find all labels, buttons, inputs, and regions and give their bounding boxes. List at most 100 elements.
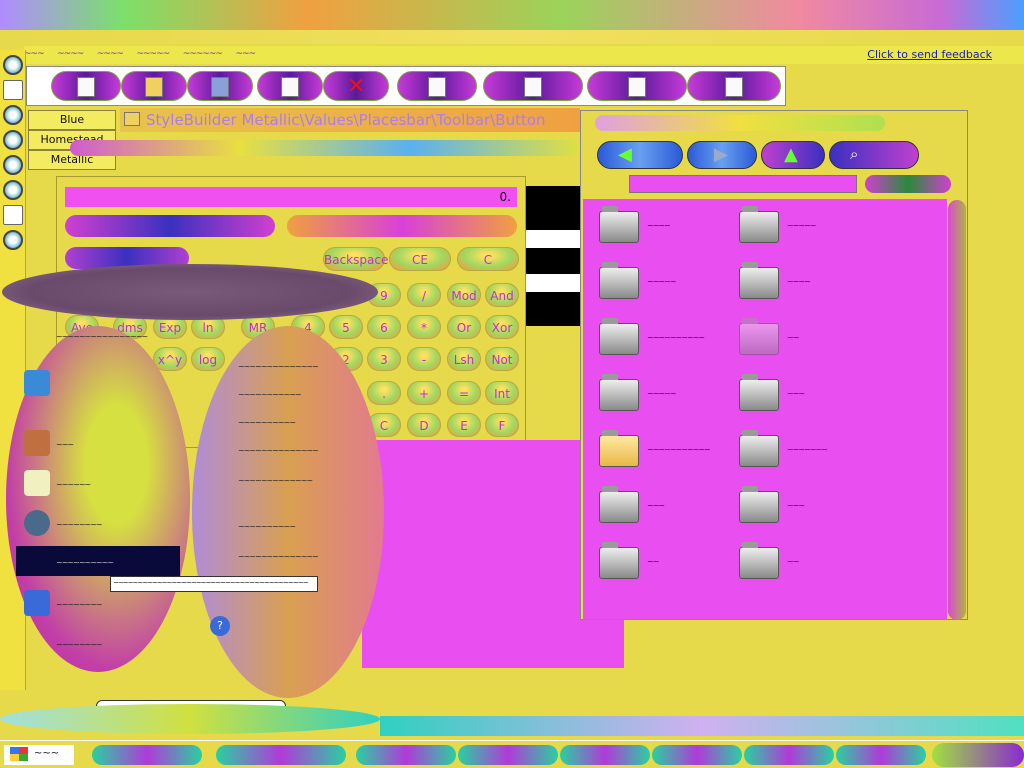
file-item[interactable]: ~~~~~~~~~~ — [589, 317, 719, 361]
start-menu-item-selected: ~~~~~~~~~~ — [56, 558, 114, 567]
backspace-key[interactable]: Backspace — [323, 247, 388, 271]
brush-tool-icon[interactable] — [3, 130, 23, 150]
menu-item[interactable]: ~~~~~ — [136, 49, 170, 59]
file-item[interactable]: ~~~ — [729, 485, 859, 529]
notepad-icon — [24, 470, 50, 496]
radix-group[interactable] — [287, 215, 517, 237]
taskbar-button[interactable] — [836, 745, 926, 765]
start-menu-item[interactable]: ~~~~~~~~ — [56, 520, 103, 529]
start-menu-link[interactable]: ~~~~~~~~~~~~~~ — [238, 362, 319, 371]
vertical-scrollbar[interactable] — [948, 200, 966, 620]
key-or[interactable]: Or — [447, 315, 481, 339]
selected-item-highlight[interactable]: ~~~~~~~~~~ — [16, 546, 180, 576]
key-divide[interactable]: / — [407, 283, 441, 307]
menu-item[interactable]: ~~~ — [235, 49, 256, 59]
send-feedback-link[interactable]: Click to send feedback — [867, 48, 992, 61]
key-xor[interactable]: Xor — [485, 315, 519, 339]
key-hex-e[interactable]: E — [447, 413, 481, 437]
key-and[interactable]: And — [485, 283, 519, 307]
start-menu-link[interactable]: ~~~~~~~~~~~~~~ — [238, 552, 319, 561]
up-button[interactable]: ▲ — [761, 141, 825, 169]
key-plus[interactable]: + — [407, 381, 441, 405]
start-menu-item[interactable]: ~~~~~~~~ — [56, 600, 103, 609]
file-item[interactable]: ~~ — [589, 541, 719, 585]
file-item[interactable]: ~~~~ — [589, 205, 719, 249]
start-menu-item[interactable]: ~~~~~~~~ — [56, 640, 103, 649]
start-menu-item[interactable]: ~~~~~~~~~~~~~~~~ — [56, 332, 148, 341]
key-not[interactable]: Not — [485, 347, 519, 371]
key-hex-f[interactable]: F — [485, 413, 519, 437]
properties-button[interactable] — [397, 71, 477, 101]
file-item[interactable]: ~~~~~ — [589, 373, 719, 417]
taskbar-button[interactable] — [356, 745, 456, 765]
taskbar-button[interactable] — [216, 745, 346, 765]
taskbar-button[interactable] — [744, 745, 834, 765]
menu-item[interactable]: ~~~~ — [57, 49, 84, 59]
file-item[interactable]: ~~~~~ — [729, 205, 859, 249]
start-menu-item[interactable]: ~~~ — [56, 440, 74, 449]
more-button[interactable] — [687, 71, 781, 101]
eraser-tool-icon[interactable] — [3, 80, 23, 100]
menu-item[interactable]: ~~~~ — [97, 49, 124, 59]
pencil-tool-icon[interactable] — [3, 155, 23, 175]
check-button[interactable] — [483, 71, 583, 101]
folder-icon — [599, 206, 639, 243]
key-mod[interactable]: Mod — [447, 283, 481, 307]
taskbar-button[interactable] — [560, 745, 650, 765]
key-5[interactable]: 5 — [329, 315, 363, 339]
taskbar-button[interactable] — [458, 745, 558, 765]
tab-blue[interactable]: Blue — [28, 110, 116, 130]
key-lsh[interactable]: Lsh — [447, 347, 481, 371]
start-menu-link[interactable]: ~~~~~~~~~~ — [238, 418, 296, 427]
menu-item[interactable]: ~~~ — [24, 49, 45, 59]
location-field[interactable] — [629, 175, 857, 193]
search-button[interactable]: ⌕ — [829, 141, 919, 169]
ellipse-tool-icon[interactable] — [3, 230, 23, 250]
start-menu-link[interactable]: ~~~~~~~~~~~ — [238, 390, 302, 399]
start-menu-link[interactable]: ~~~~~~~~~~~~~~ — [238, 446, 319, 455]
ce-key[interactable]: CE — [389, 247, 451, 271]
rectangle-tool-icon[interactable] — [3, 205, 23, 225]
key-3[interactable]: 3 — [367, 347, 401, 371]
copy-button[interactable] — [257, 71, 323, 101]
start-menu-link[interactable]: ~~~~~~~~~~~~~ — [238, 476, 313, 485]
file-item[interactable]: ~~ — [729, 317, 859, 361]
key-minus[interactable]: - — [407, 347, 441, 371]
folder-icon — [739, 206, 779, 243]
key-hex-d[interactable]: D — [407, 413, 441, 437]
start-menu-item[interactable]: ~~~~~~ — [56, 480, 91, 489]
file-item[interactable]: ~~~ — [729, 373, 859, 417]
file-item[interactable]: ~~~ — [589, 485, 719, 529]
file-item[interactable]: ~~~~~~~~~~~ — [589, 429, 719, 473]
pen-tool-icon[interactable] — [3, 105, 23, 125]
key-log[interactable]: log — [191, 347, 225, 371]
lasso-tool-icon[interactable] — [3, 55, 23, 75]
search-icon: ⌕ — [850, 145, 859, 163]
forward-button[interactable]: ▶ — [687, 141, 757, 169]
key-int[interactable]: Int — [485, 381, 519, 405]
delete-button[interactable]: ✕ — [323, 71, 389, 101]
back-button[interactable]: ◀ — [597, 141, 683, 169]
menu-item[interactable]: ~~~~~~ — [183, 49, 223, 59]
file-item[interactable]: ~~~~~ — [589, 261, 719, 305]
system-tray[interactable] — [932, 743, 1024, 767]
key-equals[interactable]: = — [447, 381, 481, 405]
save-button[interactable] — [187, 71, 253, 101]
taskbar-button[interactable] — [92, 745, 202, 765]
line-tool-icon[interactable] — [3, 180, 23, 200]
open-button[interactable] — [121, 71, 187, 101]
key-decimal[interactable]: . — [367, 381, 401, 405]
file-item[interactable]: ~~~~ — [729, 261, 859, 305]
start-button[interactable]: ~~~ — [4, 745, 74, 765]
go-button[interactable] — [865, 175, 951, 193]
key-multiply[interactable]: * — [407, 315, 441, 339]
taskbar-button[interactable] — [652, 745, 742, 765]
new-button[interactable] — [51, 71, 121, 101]
file-item[interactable]: ~~~~~~~ — [729, 429, 859, 473]
key-6[interactable]: 6 — [367, 315, 401, 339]
address-bar[interactable]: StyleBuilder Metallic\Values\Placesbar\T… — [120, 108, 580, 132]
start-menu-link[interactable]: ~~~~~~~~~~ — [238, 522, 296, 531]
file-item[interactable]: ~~ — [729, 541, 859, 585]
c-key[interactable]: C — [457, 247, 519, 271]
print-button[interactable] — [587, 71, 687, 101]
